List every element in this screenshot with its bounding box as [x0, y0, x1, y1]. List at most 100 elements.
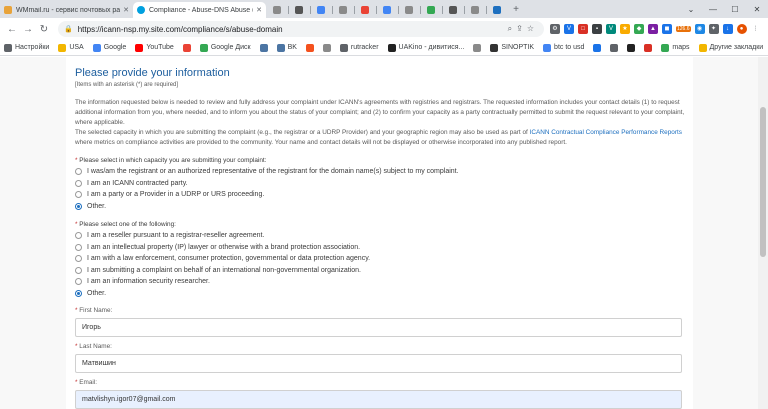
tab-pinned[interactable]: [288, 2, 310, 18]
bookmark-item[interactable]: Настройки: [4, 43, 49, 52]
reload-icon[interactable]: ↻: [36, 24, 52, 35]
zoom-icon[interactable]: ⌕: [508, 24, 516, 33]
extension-icon[interactable]: ◆: [634, 24, 644, 34]
radio-button[interactable]: [75, 243, 82, 251]
tab-pinned[interactable]: [266, 2, 288, 18]
bookmark-item[interactable]: [627, 43, 638, 52]
bookmark-item[interactable]: USA: [58, 43, 84, 52]
share-icon[interactable]: ⇪: [516, 24, 527, 33]
q2-option[interactable]: I am an intellectual property (IP) lawye…: [75, 243, 361, 251]
q2-option[interactable]: I am submitting a complaint on behalf of…: [75, 266, 361, 274]
radio-button[interactable]: [75, 266, 82, 274]
radio-button[interactable]: [75, 179, 82, 187]
bookmark-item[interactable]: UAKino - дивитися...: [387, 43, 464, 52]
tab-pinned[interactable]: [464, 2, 486, 18]
q1-option[interactable]: Other.: [75, 202, 106, 210]
option-label: I am an intellectual property (IP) lawye…: [87, 243, 361, 251]
download-icon[interactable]: ↓: [722, 24, 733, 34]
radio-button[interactable]: [75, 289, 82, 297]
extensions-bar: ⚙ V □ ▪ V ★ ◆ ▲ ◼ 126.6 ◉ ✦ ↓ ● ⋮: [550, 24, 761, 34]
menu-kebab-icon[interactable]: ⋮: [751, 24, 761, 34]
minimize-icon[interactable]: —: [702, 5, 724, 14]
url-text: https://icann-nsp.my.site.com/compliance…: [77, 24, 283, 34]
bookmark-item[interactable]: SINOPTIK: [490, 43, 534, 52]
bookmark-label: Google Диск: [210, 44, 251, 51]
bookmark-star-icon[interactable]: ☆: [527, 24, 538, 33]
extension-icon[interactable]: ★: [620, 24, 630, 34]
tab-pinned[interactable]: [354, 2, 376, 18]
tab-pinned[interactable]: [376, 2, 398, 18]
performance-reports-link[interactable]: ICANN Contractual Compliance Performance…: [530, 129, 682, 136]
bookmark-item[interactable]: BK: [276, 43, 297, 52]
back-icon[interactable]: ←: [4, 24, 20, 35]
page-scrollbar[interactable]: [758, 57, 768, 409]
maximize-icon[interactable]: ☐: [724, 5, 746, 14]
other-bookmarks[interactable]: Другие закладки: [698, 43, 763, 52]
tab-pinned[interactable]: [420, 2, 442, 18]
lock-icon[interactable]: 🔒: [64, 25, 73, 33]
close-tab-icon[interactable]: ✕: [123, 6, 129, 14]
first-name-field[interactable]: Игорь: [75, 318, 682, 337]
option-label: I am a reseller pursuant to a registrar-…: [87, 232, 265, 239]
tab-pinned[interactable]: [332, 2, 354, 18]
bookmark-item[interactable]: [644, 43, 655, 52]
intro-text: The information requested below is neede…: [75, 98, 690, 148]
q1-option[interactable]: I was/am the registrant or an authorized…: [75, 168, 459, 175]
first-name-label-text: First Name:: [79, 307, 113, 314]
tab-search-icon[interactable]: ⌄: [680, 5, 702, 14]
tab-compliance[interactable]: Compliance - Abuse-DNS Abuse ( ✕: [133, 2, 266, 18]
q1-option[interactable]: I am an ICANN contracted party.: [75, 179, 188, 187]
q2-option[interactable]: I am an information security researcher.: [75, 278, 210, 285]
bookmark-item[interactable]: [593, 43, 604, 52]
tab-favicon-icon: [449, 6, 457, 14]
new-tab-icon[interactable]: +: [508, 2, 524, 18]
tab-wmmail[interactable]: WMmail.ru - сервис почтовых ра ✕: [0, 2, 133, 18]
extension-icon[interactable]: ◉: [694, 24, 705, 34]
bookmark-item[interactable]: [305, 43, 317, 52]
bookmark-item[interactable]: [182, 43, 194, 52]
address-bar[interactable]: 🔒 https://icann-nsp.my.site.com/complian…: [58, 21, 544, 37]
settings-extension-icon[interactable]: ⚙: [550, 24, 560, 34]
radio-button[interactable]: [75, 191, 82, 198]
q2-option[interactable]: Other.: [75, 289, 106, 297]
extension-icon[interactable]: □: [578, 24, 588, 34]
radio-button[interactable]: [75, 255, 82, 262]
radio-button[interactable]: [75, 202, 82, 210]
bookmark-item[interactable]: [610, 43, 621, 52]
radio-button[interactable]: [75, 232, 82, 239]
extension-icon[interactable]: V: [606, 24, 616, 34]
close-tab-icon[interactable]: ✕: [256, 6, 262, 14]
bookmark-item[interactable]: btc to usd: [543, 43, 584, 52]
profile-avatar-icon[interactable]: ●: [736, 24, 747, 34]
bookmark-item[interactable]: [322, 43, 334, 52]
extension-badge[interactable]: 126.6: [676, 26, 691, 32]
tab-favicon-icon: [361, 6, 369, 14]
forward-icon[interactable]: →: [20, 24, 36, 35]
extension-icon[interactable]: ▲: [648, 24, 658, 34]
close-window-icon[interactable]: ✕: [746, 5, 768, 14]
tab-pinned[interactable]: [310, 2, 332, 18]
extension-icon[interactable]: ▪: [592, 24, 602, 34]
bookmark-item[interactable]: [259, 43, 271, 52]
radio-button[interactable]: [75, 278, 82, 285]
q1-option[interactable]: I am a party or a Provider in a UDRP or …: [75, 191, 264, 198]
bookmark-item[interactable]: [473, 43, 484, 52]
extension-icon[interactable]: ◼: [662, 24, 672, 34]
q2-option[interactable]: I am a reseller pursuant to a registrar-…: [75, 232, 264, 239]
tab-pinned[interactable]: [398, 2, 420, 18]
q2-option[interactable]: I am with a law enforcement, consumer pr…: [75, 255, 370, 262]
tab-pinned[interactable]: [486, 2, 508, 18]
required-note: [Items with an asterisk (*) are required…: [75, 82, 179, 88]
bookmark-item[interactable]: maps: [661, 43, 690, 52]
email-field[interactable]: matvlishyn.igor07@gmail.com: [75, 390, 682, 409]
bookmark-item[interactable]: rutracker: [339, 43, 379, 52]
bookmark-item[interactable]: Google: [92, 43, 126, 52]
tab-pinned[interactable]: [442, 2, 464, 18]
last-name-field[interactable]: Матвишин: [75, 354, 682, 373]
bookmark-item[interactable]: Google Диск: [199, 43, 251, 52]
radio-button[interactable]: [75, 168, 82, 175]
bookmark-item[interactable]: YouTube: [135, 43, 174, 52]
scrollbar-thumb[interactable]: [760, 107, 766, 257]
puzzle-icon[interactable]: ✦: [708, 24, 719, 34]
extension-icon[interactable]: V: [564, 24, 574, 34]
